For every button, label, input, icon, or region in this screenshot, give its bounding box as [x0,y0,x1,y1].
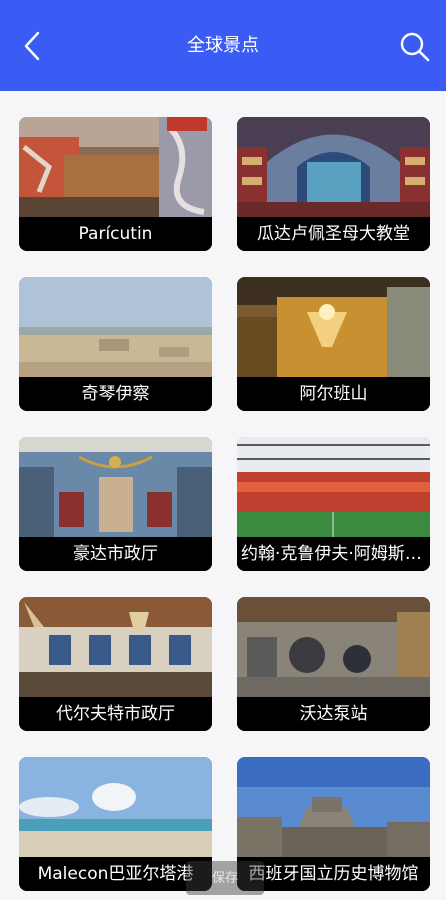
place-name: 代尔夫特市政厅 [19,697,212,731]
place-thumbnail [237,597,430,697]
place-card[interactable]: 奇琴伊察 [19,277,212,411]
place-thumbnail [19,757,212,857]
place-thumbnail [19,597,212,697]
app-header: 全球景点 [0,0,446,91]
place-thumbnail [237,277,430,377]
place-thumbnail [237,437,430,537]
place-card[interactable]: 阿尔班山 [237,277,430,411]
place-name: 奇琴伊察 [19,377,212,411]
place-name: 瓜达卢佩圣母大教堂 [237,217,430,251]
place-card[interactable]: 西班牙国立历史博物馆 [237,757,430,891]
place-name: 豪达市政厅 [19,537,212,571]
save-button[interactable]: 保存 [186,861,264,895]
place-card[interactable]: Parícutin [19,117,212,251]
place-card[interactable]: 瓜达卢佩圣母大教堂 [237,117,430,251]
place-card[interactable]: Malecon巴亚尔塔港 [19,757,212,891]
place-name: 西班牙国立历史博物馆 [237,857,430,891]
place-thumbnail [19,117,212,217]
place-card[interactable]: 约翰·克鲁伊夫·阿姆斯特丹竞技场 [237,437,430,571]
places-grid: Parícutin 瓜达卢佩圣母大教堂 奇琴伊察 阿尔班山 豪达市政厅 约翰·克… [0,91,446,900]
place-name: Parícutin [19,217,212,251]
place-thumbnail [237,117,430,217]
place-card[interactable]: 沃达泵站 [237,597,430,731]
place-thumbnail [237,757,430,857]
place-name: 阿尔班山 [237,377,430,411]
place-name: Malecon巴亚尔塔港 [19,857,212,891]
place-name: 约翰·克鲁伊夫·阿姆斯特丹竞技场 [237,537,430,571]
search-icon[interactable] [398,30,432,64]
place-card[interactable]: 代尔夫特市政厅 [19,597,212,731]
place-thumbnail [19,277,212,377]
place-card[interactable]: 豪达市政厅 [19,437,212,571]
page-title: 全球景点 [187,35,259,56]
place-thumbnail [19,437,212,537]
place-name: 沃达泵站 [237,697,430,731]
